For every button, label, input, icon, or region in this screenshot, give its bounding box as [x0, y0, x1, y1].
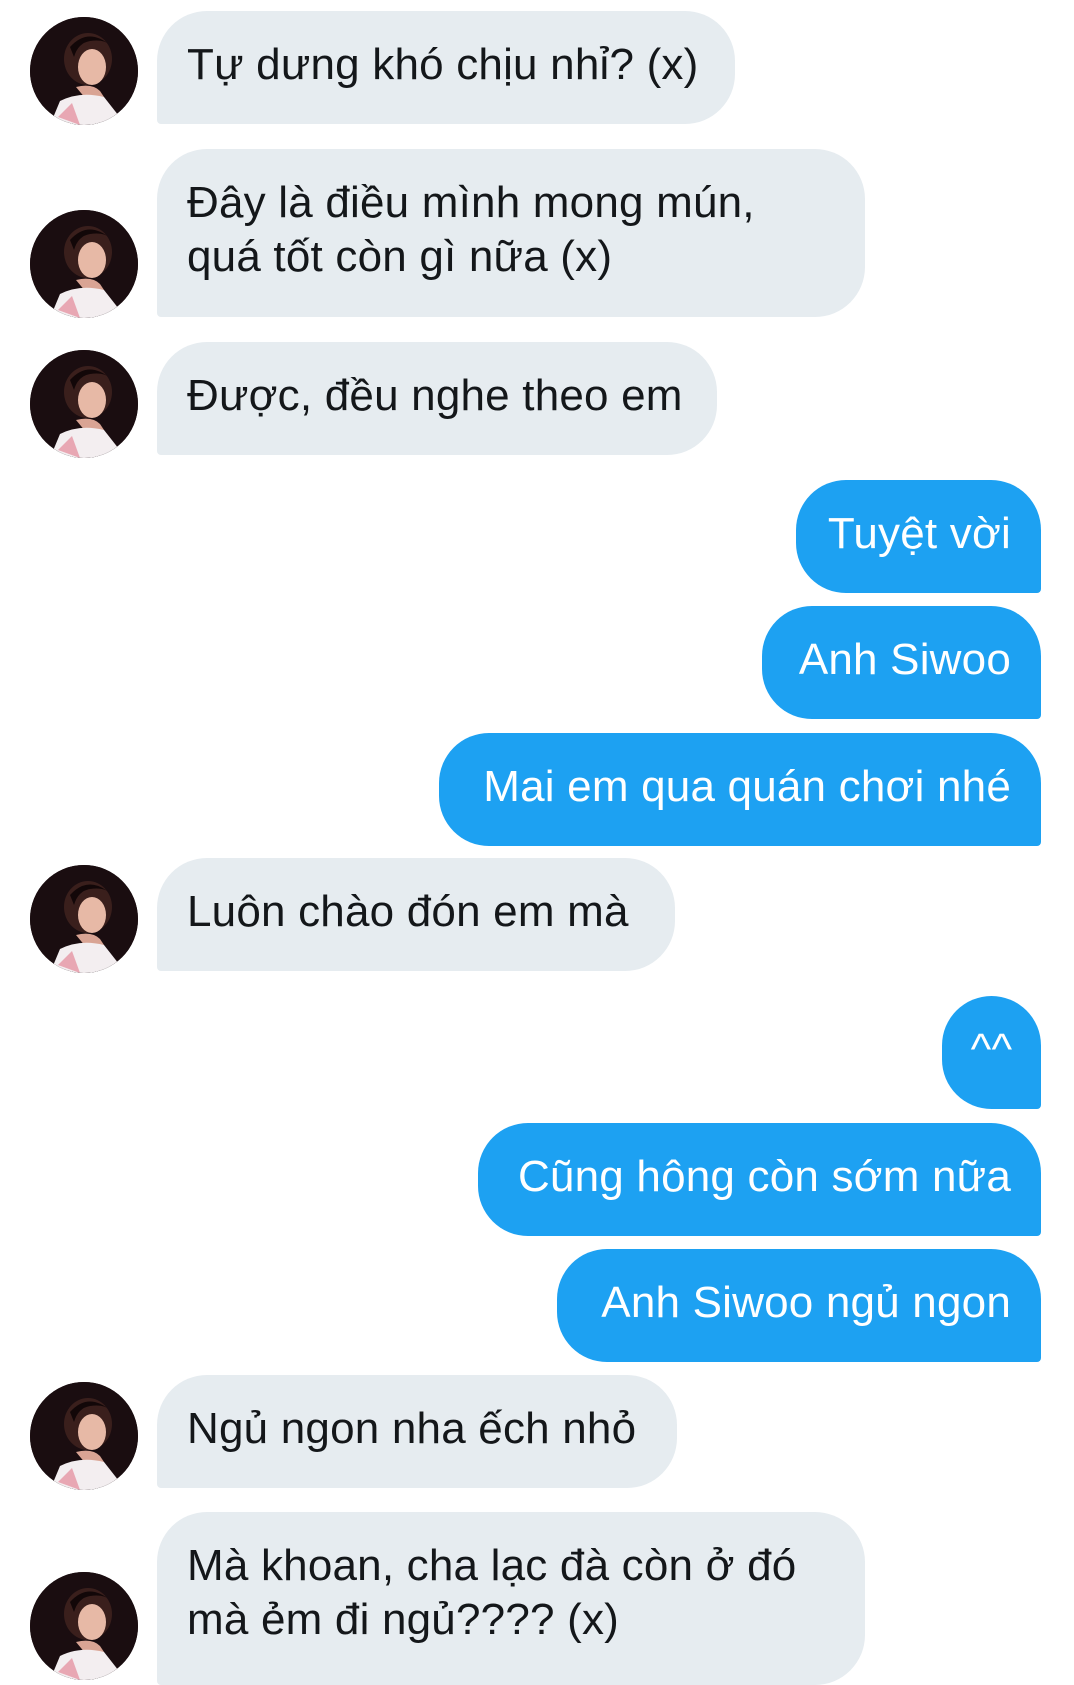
user-avatar[interactable] — [30, 865, 138, 973]
outgoing-message-bubble[interactable]: Anh Siwoo — [762, 606, 1041, 719]
outgoing-message-bubble[interactable]: ^^ — [942, 996, 1041, 1109]
incoming-message-bubble[interactable]: Luôn chào đón em mà — [157, 858, 675, 971]
conversation-thread[interactable]: Tự dưng khó chịu nhỉ? (x) Đây là điều mì… — [0, 0, 1074, 1685]
user-avatar[interactable] — [30, 17, 138, 125]
outgoing-message-bubble[interactable]: Tuyệt vời — [796, 480, 1041, 593]
incoming-message-bubble[interactable]: Tự dưng khó chịu nhỉ? (x) — [157, 11, 735, 124]
incoming-message-bubble[interactable]: Ngủ ngon nha ếch nhỏ — [157, 1375, 677, 1488]
outgoing-message-bubble[interactable]: Anh Siwoo ngủ ngon — [557, 1249, 1041, 1362]
user-avatar[interactable] — [30, 1572, 138, 1680]
user-avatar[interactable] — [30, 1382, 138, 1490]
avatar-photo-icon — [30, 1572, 138, 1680]
avatar-photo-icon — [30, 865, 138, 973]
outgoing-message-bubble[interactable]: Mai em qua quán chơi nhé — [439, 733, 1041, 846]
incoming-message-bubble[interactable]: Mà khoan, cha lạc đà còn ở đó mà ẻm đi n… — [157, 1512, 865, 1685]
user-avatar[interactable] — [30, 350, 138, 458]
outgoing-message-bubble[interactable]: Cũng hông còn sớm nữa — [478, 1123, 1041, 1236]
avatar-photo-icon — [30, 350, 138, 458]
avatar-photo-icon — [30, 17, 138, 125]
avatar-photo-icon — [30, 1382, 138, 1490]
avatar-photo-icon — [30, 210, 138, 318]
incoming-message-bubble[interactable]: Được, đều nghe theo em — [157, 342, 717, 455]
user-avatar[interactable] — [30, 210, 138, 318]
incoming-message-bubble[interactable]: Đây là điều mình mong mún, quá tốt còn g… — [157, 149, 865, 317]
